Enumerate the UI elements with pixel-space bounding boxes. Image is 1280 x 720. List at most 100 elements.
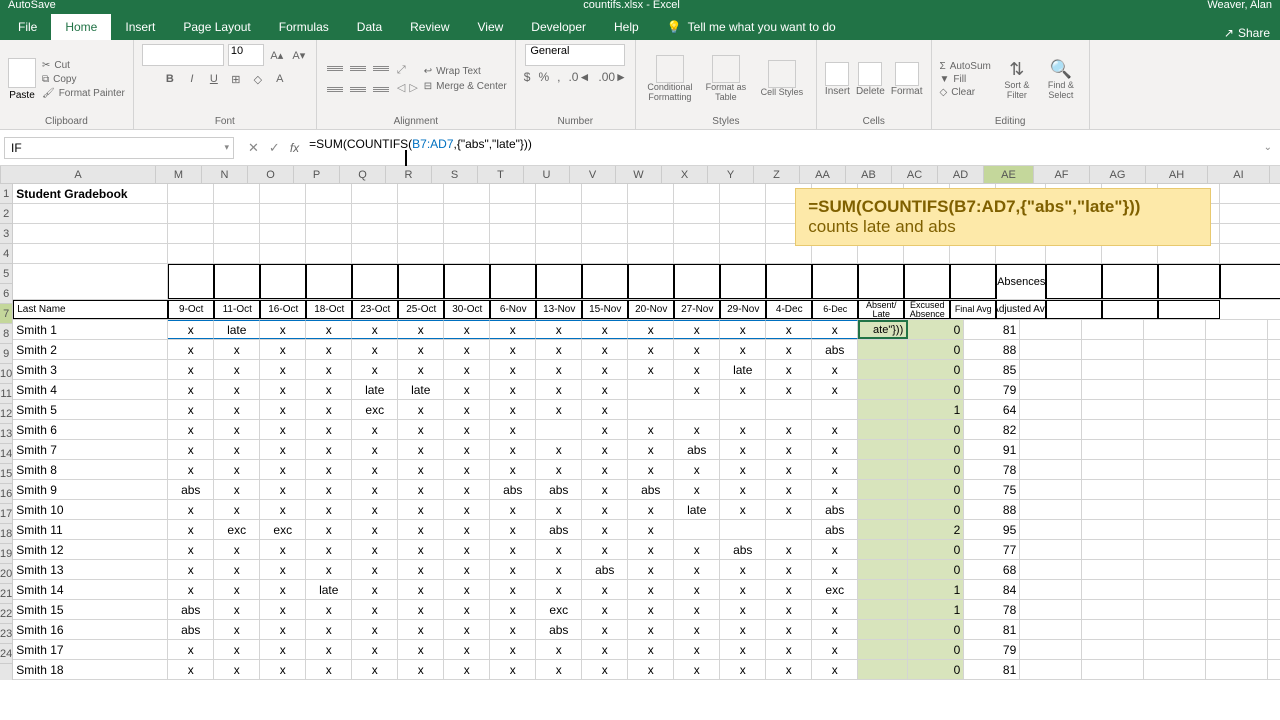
table-cell[interactable]: x <box>536 560 582 579</box>
table-cell[interactable] <box>1144 600 1206 619</box>
table-cell[interactable] <box>1206 420 1268 439</box>
table-cell[interactable] <box>1144 640 1206 659</box>
table-cell[interactable]: x <box>168 560 214 579</box>
table-cell[interactable]: 0 <box>908 360 964 379</box>
table-cell[interactable]: x <box>168 580 214 599</box>
table-cell[interactable]: x <box>398 580 444 599</box>
table-cell[interactable]: x <box>812 660 858 679</box>
table-cell[interactable]: x <box>628 320 674 339</box>
table-cell[interactable] <box>1082 320 1144 339</box>
table-cell[interactable] <box>858 340 908 359</box>
table-cell[interactable]: x <box>628 540 674 559</box>
table-cell[interactable] <box>444 224 490 243</box>
table-cell[interactable]: exc <box>352 400 398 419</box>
table-cell[interactable]: x <box>260 320 306 339</box>
table-cell[interactable]: x <box>720 580 766 599</box>
table-cell[interactable] <box>1144 440 1206 459</box>
table-cell[interactable]: x <box>260 360 306 379</box>
table-cell[interactable]: 0 <box>908 640 964 659</box>
table-cell[interactable]: 9-Oct <box>168 300 214 319</box>
table-cell[interactable]: 0 <box>908 480 964 499</box>
table-cell[interactable]: 91 <box>964 440 1020 459</box>
table-cell[interactable]: x <box>352 540 398 559</box>
row-header-22[interactable]: 22 <box>0 604 12 624</box>
table-cell[interactable] <box>1206 660 1268 679</box>
table-cell[interactable] <box>1082 420 1144 439</box>
table-cell[interactable] <box>1082 580 1144 599</box>
row-header-7[interactable]: 7 <box>0 304 12 324</box>
table-cell[interactable]: x <box>674 560 720 579</box>
font-color-button[interactable]: A <box>271 70 289 88</box>
table-cell[interactable]: x <box>444 320 490 339</box>
table-cell[interactable]: late <box>306 580 352 599</box>
table-cell[interactable] <box>306 204 352 223</box>
col-header-AE[interactable]: AE <box>984 166 1034 183</box>
table-cell[interactable]: Last Name <box>13 300 168 319</box>
table-cell[interactable]: x <box>168 440 214 459</box>
table-cell[interactable]: x <box>628 600 674 619</box>
table-cell[interactable]: x <box>720 660 766 679</box>
table-cell[interactable]: x <box>582 380 628 399</box>
row-header-21[interactable]: 21 <box>0 584 12 604</box>
table-cell[interactable] <box>536 204 582 223</box>
table-cell[interactable]: x <box>214 500 260 519</box>
table-cell[interactable]: x <box>214 360 260 379</box>
table-cell[interactable]: x <box>398 640 444 659</box>
table-cell[interactable] <box>1206 560 1268 579</box>
table-cell[interactable]: x <box>352 340 398 359</box>
row-header-20[interactable]: 20 <box>0 564 12 584</box>
table-cell[interactable]: 78 <box>964 460 1020 479</box>
table-cell[interactable]: Smith 15 <box>13 600 168 619</box>
table-cell[interactable]: x <box>306 520 352 539</box>
col-header-AH[interactable]: AH <box>1146 166 1208 183</box>
table-cell[interactable] <box>13 204 168 223</box>
table-cell[interactable]: x <box>444 600 490 619</box>
row-header-1[interactable]: 1 <box>0 184 12 204</box>
table-cell[interactable] <box>674 224 720 243</box>
table-cell[interactable] <box>260 264 306 299</box>
table-cell[interactable] <box>1206 520 1268 539</box>
table-cell[interactable]: x <box>628 580 674 599</box>
table-cell[interactable] <box>168 264 214 299</box>
table-cell[interactable] <box>996 244 1046 263</box>
bold-button[interactable]: B <box>161 70 179 88</box>
table-cell[interactable]: x <box>398 340 444 359</box>
table-cell[interactable]: x <box>582 480 628 499</box>
table-cell[interactable]: x <box>444 560 490 579</box>
table-cell[interactable] <box>1144 540 1206 559</box>
table-cell[interactable]: x <box>812 560 858 579</box>
table-cell[interactable]: x <box>260 500 306 519</box>
table-cell[interactable] <box>904 264 950 299</box>
table-cell[interactable] <box>1220 224 1280 243</box>
table-cell[interactable]: x <box>628 560 674 579</box>
expand-formula-bar[interactable]: ⌄ <box>1256 142 1280 153</box>
tab-page-layout[interactable]: Page Layout <box>169 14 264 40</box>
table-cell[interactable]: x <box>582 340 628 359</box>
table-cell[interactable]: x <box>352 460 398 479</box>
tab-view[interactable]: View <box>464 14 518 40</box>
table-cell[interactable] <box>1020 360 1082 379</box>
table-cell[interactable]: x <box>352 640 398 659</box>
table-cell[interactable] <box>1082 640 1144 659</box>
table-cell[interactable]: x <box>766 380 812 399</box>
table-cell[interactable]: x <box>306 620 352 639</box>
table-cell[interactable]: exc <box>812 580 858 599</box>
table-cell[interactable]: x <box>260 580 306 599</box>
table-cell[interactable]: x <box>490 400 536 419</box>
table-cell[interactable] <box>1144 480 1206 499</box>
table-cell[interactable] <box>1144 580 1206 599</box>
table-cell[interactable]: Absences <box>996 264 1046 299</box>
row-header-8[interactable]: 8 <box>0 324 12 344</box>
table-cell[interactable]: x <box>490 560 536 579</box>
table-cell[interactable]: x <box>306 500 352 519</box>
table-cell[interactable] <box>1102 264 1158 299</box>
table-cell[interactable] <box>858 360 908 379</box>
table-cell[interactable]: x <box>536 340 582 359</box>
table-cell[interactable] <box>1144 340 1206 359</box>
decrease-font-button[interactable]: A▾ <box>290 46 308 64</box>
row-header-11[interactable]: 11 <box>0 384 12 404</box>
table-cell[interactable]: x <box>444 420 490 439</box>
italic-button[interactable]: I <box>183 70 201 88</box>
col-header-W[interactable]: W <box>616 166 662 183</box>
table-cell[interactable]: 0 <box>908 660 964 679</box>
